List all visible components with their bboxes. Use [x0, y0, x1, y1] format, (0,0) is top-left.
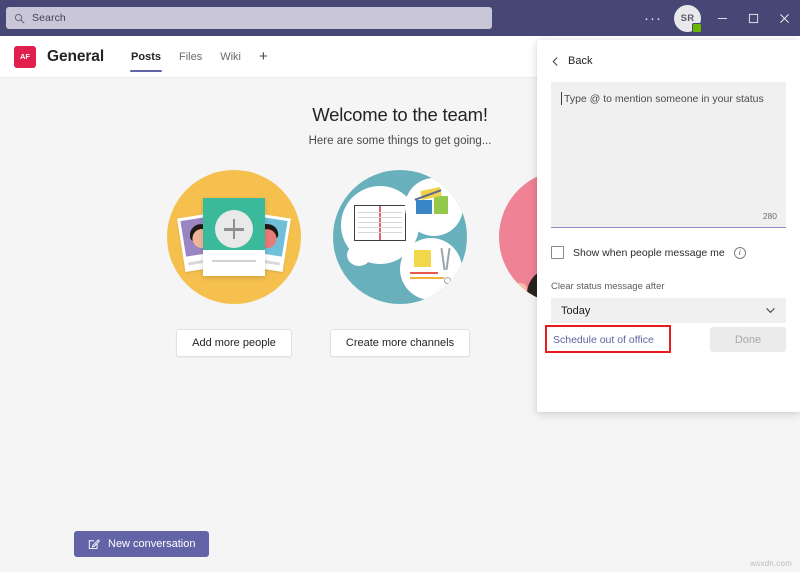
- new-conversation-label: New conversation: [108, 538, 195, 550]
- status-message-placeholder: Type @ to mention someone in your status: [561, 93, 776, 105]
- channel-tabs: Posts Files Wiki +: [122, 36, 277, 78]
- search-input[interactable]: Search: [6, 7, 492, 29]
- minimize-button[interactable]: [707, 0, 738, 36]
- tab-files[interactable]: Files: [170, 36, 211, 78]
- back-label: Back: [568, 55, 592, 67]
- presence-available-icon: [692, 23, 702, 33]
- tab-posts[interactable]: Posts: [122, 36, 170, 78]
- text-caret: [561, 92, 562, 105]
- avatar[interactable]: SR: [674, 5, 701, 32]
- onboarding-card-add-people: Add more people: [151, 170, 317, 357]
- show-when-message-label: Show when people message me: [573, 247, 725, 259]
- window-controls: ··· SR: [635, 0, 800, 36]
- add-people-illustration: [167, 170, 301, 304]
- tab-wiki[interactable]: Wiki: [211, 36, 250, 78]
- onboarding-card-create-channels: Create more channels: [317, 170, 483, 357]
- clear-after-value: Today: [561, 305, 590, 317]
- character-counter: 280: [763, 211, 777, 221]
- notebook-icon: [354, 205, 406, 241]
- chevron-left-icon: [551, 57, 560, 66]
- add-tab-button[interactable]: +: [250, 36, 277, 78]
- chevron-down-icon: [765, 305, 776, 316]
- status-message-input[interactable]: Type @ to mention someone in your status…: [551, 82, 786, 228]
- info-icon[interactable]: i: [734, 247, 746, 259]
- channels-illustration: [333, 170, 467, 304]
- more-options-icon[interactable]: ···: [635, 0, 671, 36]
- teams-window: Search ··· SR AF General Posts Files: [0, 0, 800, 572]
- schedule-out-of-office-link[interactable]: Schedule out of office: [551, 330, 656, 350]
- show-when-message-row[interactable]: Show when people message me i: [551, 246, 786, 259]
- done-button[interactable]: Done: [710, 327, 786, 352]
- add-person-card: [203, 198, 265, 276]
- close-button[interactable]: [769, 0, 800, 36]
- new-conversation-button[interactable]: New conversation: [74, 531, 209, 557]
- status-message-panel: Back Type @ to mention someone in your s…: [537, 40, 800, 412]
- apps-bubble: [405, 178, 463, 236]
- title-bar: Search ··· SR: [0, 0, 800, 36]
- add-more-people-button[interactable]: Add more people: [176, 329, 292, 357]
- status-panel-footer: Schedule out of office Done: [537, 327, 800, 352]
- search-placeholder: Search: [32, 12, 66, 24]
- search-icon: [14, 13, 25, 24]
- page-title: General: [47, 48, 104, 66]
- show-when-message-checkbox[interactable]: [551, 246, 564, 259]
- compose-icon: [88, 538, 100, 550]
- clear-after-dropdown[interactable]: Today: [551, 298, 786, 323]
- supplies-bubble: [400, 238, 462, 300]
- back-button[interactable]: Back: [537, 46, 800, 76]
- create-more-channels-button[interactable]: Create more channels: [330, 329, 470, 357]
- team-avatar[interactable]: AF: [14, 46, 36, 68]
- maximize-button[interactable]: [738, 0, 769, 36]
- clear-after-label: Clear status message after: [551, 281, 786, 292]
- watermark: wsxdn.com: [750, 559, 792, 568]
